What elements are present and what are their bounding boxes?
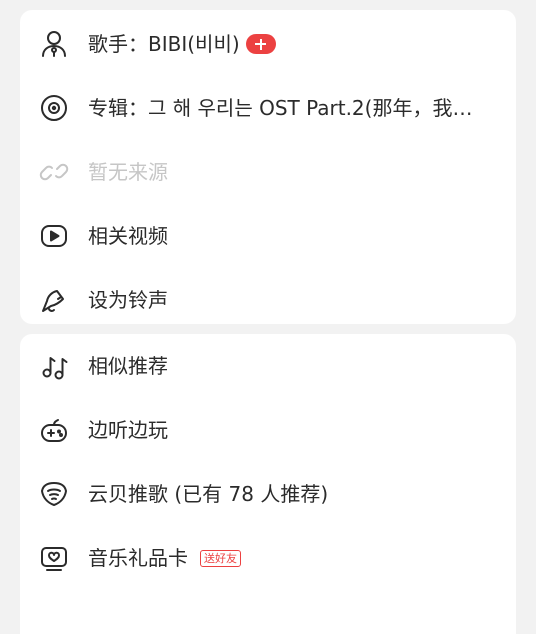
link-icon — [38, 156, 70, 188]
source-label: 暂无来源 — [88, 160, 168, 184]
recommend-card: 相似推荐 边听边玩 云贝推歌 (已有 78 人推荐) 音乐礼品卡 送好友 — [20, 334, 516, 634]
gamepad-icon — [38, 414, 70, 446]
album-name: 그 해 우리는 OST Part.2(那年，我们… — [148, 96, 488, 120]
send-friend-tag: 送好友 — [200, 549, 241, 567]
listen-play-label: 边听边玩 — [88, 418, 168, 442]
related-videos-row[interactable]: 相关视频 — [20, 204, 516, 268]
music-notes-icon — [38, 350, 70, 382]
play-icon — [38, 220, 70, 252]
listen-play-row[interactable]: 边听边玩 — [20, 398, 516, 462]
similar-row[interactable]: 相似推荐 — [20, 334, 516, 398]
yunbei-label: 云贝推歌 (已有 78 人推荐) — [88, 482, 329, 506]
related-videos-label: 相关视频 — [88, 224, 168, 248]
similar-label: 相似推荐 — [88, 354, 168, 378]
follow-plus-icon[interactable] — [245, 34, 276, 54]
artist-label: 歌手： BIBI(비비) — [88, 30, 488, 58]
set-ringtone-label: 设为铃声 — [88, 288, 168, 312]
gift-card-icon — [38, 542, 70, 574]
gift-card-label: 音乐礼品卡 送好友 — [88, 544, 488, 572]
artist-row[interactable]: 歌手： BIBI(비비) — [20, 12, 516, 76]
gift-card-text: 音乐礼品卡 — [88, 546, 188, 570]
set-ringtone-row[interactable]: 设为铃声 — [20, 268, 516, 324]
song-actions-card: 歌手： BIBI(비비) 专辑： 그 해 우리는 OST Part.2(那年，我… — [20, 10, 516, 324]
gift-card-row[interactable]: 音乐礼品卡 送好友 — [20, 526, 516, 590]
album-row[interactable]: 专辑： 그 해 우리는 OST Part.2(那年，我们… — [20, 76, 516, 140]
artist-prefix: 歌手： — [88, 32, 148, 56]
album-prefix: 专辑： — [88, 96, 148, 120]
artist-icon — [38, 28, 70, 60]
artist-name[interactable]: BIBI(비비) — [148, 30, 240, 58]
yunbei-icon — [38, 478, 70, 510]
album-icon — [38, 92, 70, 124]
bell-icon — [38, 284, 70, 316]
yunbei-row[interactable]: 云贝推歌 (已有 78 人推荐) — [20, 462, 516, 526]
source-row: 暂无来源 — [20, 140, 516, 204]
album-label: 专辑： 그 해 우리는 OST Part.2(那年，我们… — [88, 94, 488, 122]
